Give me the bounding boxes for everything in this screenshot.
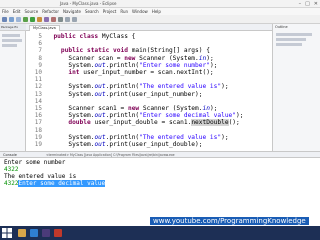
code-line: double user_input_double = scan1.nextDou… xyxy=(68,119,240,127)
menu-item-project[interactable]: Project xyxy=(103,8,117,15)
new-icon[interactable] xyxy=(2,16,7,22)
code-line: System.out.print(user_input_double); xyxy=(46,141,203,148)
menu-item-search[interactable]: Search xyxy=(85,8,99,15)
debug-icon[interactable] xyxy=(23,16,28,22)
console-line: Enter some number xyxy=(4,159,66,166)
code-line: System.out.println("The entered value is… xyxy=(46,83,229,91)
menu-item-navigate[interactable]: Navigate xyxy=(63,8,81,15)
menu-item-refactor[interactable]: Refactor xyxy=(42,8,59,15)
tree-item[interactable] xyxy=(2,34,20,37)
console-line: The entered value is xyxy=(4,173,77,180)
run-icon[interactable] xyxy=(30,16,35,22)
outline-item[interactable] xyxy=(276,38,306,41)
menu-item-edit[interactable]: Edit xyxy=(13,8,21,15)
external-tools-icon[interactable] xyxy=(37,16,42,22)
console-line: 4322Enter some decimal value xyxy=(4,180,106,187)
toolbar xyxy=(0,15,320,24)
line-number: 12 xyxy=(34,83,42,91)
forward-icon[interactable] xyxy=(72,16,77,22)
youtube-watermark: www.youtube.com/ProgrammingKnowledge xyxy=(150,217,309,225)
window-title: Java - MyClass.java - Eclipse xyxy=(60,1,117,6)
code-line: public class MyClass { xyxy=(53,33,136,40)
console-input-line: 4322 xyxy=(4,166,19,173)
editor-tab-bar: MyClass.java xyxy=(26,24,272,31)
save-icon[interactable] xyxy=(9,16,14,22)
console-input-value: 4322 xyxy=(4,180,19,187)
eclipse-icon[interactable] xyxy=(42,229,50,237)
title-bar: Java - MyClass.java - Eclipse – □ ✕ xyxy=(0,0,320,8)
new-java-project-icon[interactable] xyxy=(44,16,49,22)
selected-text[interactable]: Enter some decimal value xyxy=(18,180,106,187)
menu-bar: File Edit Source Refactor Navigate Search Proj… xyxy=(0,8,320,15)
minimize-icon[interactable]: – xyxy=(299,1,302,7)
line-number: 7 xyxy=(38,47,42,55)
app-icon[interactable] xyxy=(54,229,62,237)
maximize-icon[interactable]: □ xyxy=(305,1,310,7)
console-output[interactable]: Enter some number 4322 The entered value… xyxy=(0,158,320,192)
window-controls: – □ ✕ xyxy=(299,1,318,7)
code-editor[interactable]: 5 6 7 8 9 10 11 12 13 14 15 16 17 18 19 19 public class… xyxy=(26,31,272,151)
browser-icon[interactable] xyxy=(30,229,38,237)
close-icon[interactable]: ✕ xyxy=(314,1,318,7)
menu-item-help[interactable]: Help xyxy=(152,8,161,15)
menu-item-run[interactable]: Run xyxy=(120,8,128,15)
tree-item[interactable] xyxy=(2,44,17,47)
package-explorer-tabs: Package Ex xyxy=(0,24,26,31)
outline-panel: Outline xyxy=(272,24,320,151)
line-number: 17 xyxy=(34,119,42,127)
search-icon[interactable] xyxy=(58,16,63,22)
back-icon[interactable] xyxy=(65,16,70,22)
code-line: System.out.print(user_input_number); xyxy=(46,90,203,98)
taskbar xyxy=(0,226,320,240)
menu-item-window[interactable]: Window xyxy=(132,8,148,15)
menu-item-source[interactable]: Source xyxy=(24,8,38,15)
tree-item[interactable] xyxy=(2,39,22,42)
code-line: int user_input_number = scan.nextInt(); xyxy=(68,69,214,76)
line-number-gutter: 5 6 7 8 9 10 11 12 13 14 15 16 17 18 19 19 xyxy=(26,31,44,151)
line-number: 19 xyxy=(34,141,42,148)
file-explorer-icon[interactable] xyxy=(18,229,26,237)
menu-item-file[interactable]: File xyxy=(2,8,9,15)
outline-item[interactable] xyxy=(276,33,312,36)
new-class-icon[interactable] xyxy=(51,16,56,22)
print-icon[interactable] xyxy=(16,16,21,22)
outline-item[interactable] xyxy=(276,43,302,46)
console-header: Console <terminated> MyClass [Java Appli… xyxy=(0,151,320,158)
package-explorer-panel: Package Ex xyxy=(0,24,26,151)
outline-tab[interactable]: Outline xyxy=(275,25,288,30)
windows-start-icon[interactable] xyxy=(2,228,12,238)
package-explorer-tab[interactable]: Package Ex xyxy=(1,25,18,30)
